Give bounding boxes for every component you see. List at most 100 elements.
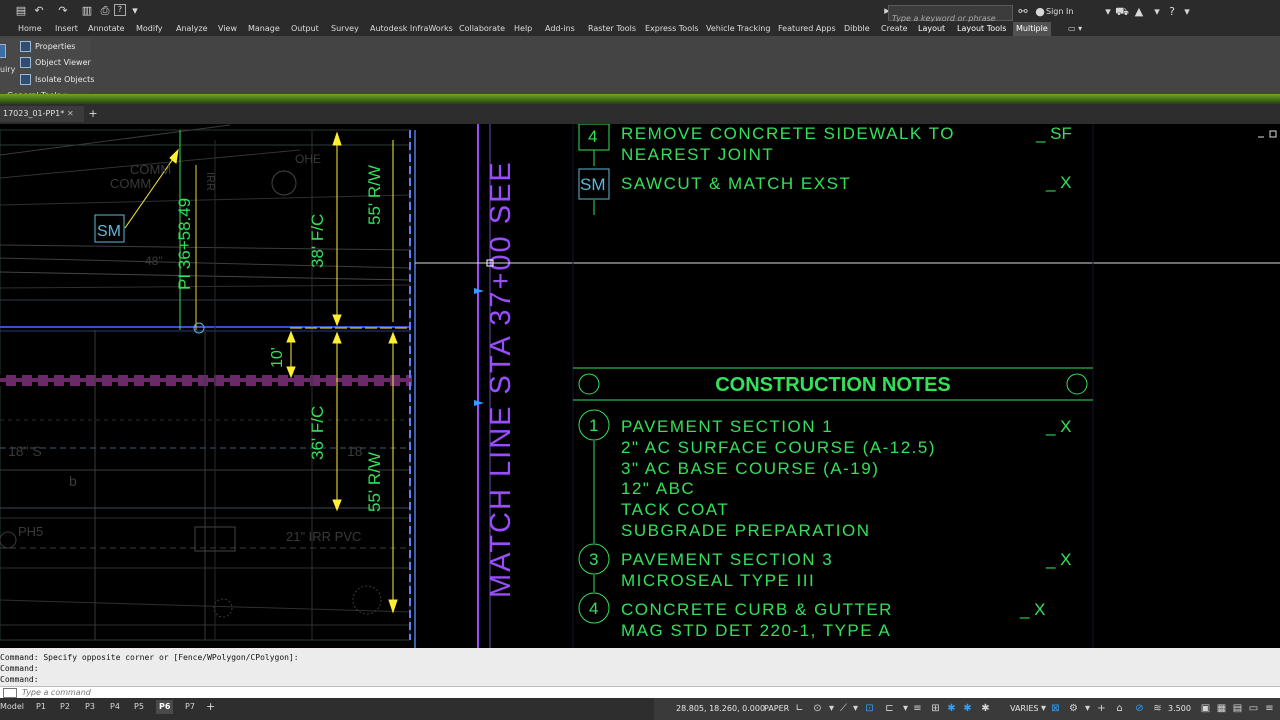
- construction-notes-title: CONSTRUCTION NOTES: [715, 374, 951, 396]
- tab-layout-p1[interactable]: P1: [36, 700, 46, 714]
- space-toggle[interactable]: PAPER: [764, 704, 789, 713]
- chevron-down-icon[interactable]: ▾: [1038, 703, 1049, 714]
- command-input[interactable]: [22, 687, 622, 698]
- b-label: b: [69, 473, 77, 489]
- tab-help[interactable]: Help: [514, 22, 532, 36]
- chevron-down-icon[interactable]: ▾: [900, 703, 911, 714]
- object-snap-icon[interactable]: ⊡: [864, 703, 875, 714]
- crosshair-icon[interactable]: +: [1096, 703, 1107, 714]
- isolate-objects-button[interactable]: Isolate Objects: [20, 73, 94, 87]
- chevron-down-icon[interactable]: ▾: [1082, 703, 1093, 714]
- tab-model[interactable]: Model: [0, 700, 24, 714]
- tab-collaborate[interactable]: Collaborate: [459, 22, 505, 36]
- hardware-acceleration-icon[interactable]: ⌂: [1114, 703, 1125, 714]
- annotation-scale-value[interactable]: VARIES: [1010, 704, 1038, 713]
- sign-in-link[interactable]: Sign In: [1046, 7, 1073, 16]
- tab-layout-p3[interactable]: P3: [85, 700, 95, 714]
- tab-layout-p5[interactable]: P5: [134, 700, 144, 714]
- viewport-controls[interactable]: [1258, 130, 1277, 138]
- selection-cycling-icon[interactable]: ⊞: [930, 703, 941, 714]
- new-icon[interactable]: ▤: [14, 4, 28, 17]
- object-viewer-button[interactable]: Object Viewer: [20, 56, 91, 70]
- tab-layout-tools[interactable]: Layout Tools: [957, 22, 1006, 36]
- dropdown-icon[interactable]: ▾: [128, 4, 142, 17]
- tab-layout[interactable]: Layout: [918, 22, 945, 36]
- tab-vehicle-tracking[interactable]: Vehicle Tracking: [706, 22, 770, 36]
- tab-layout-p2[interactable]: P2: [60, 700, 70, 714]
- tab-express-tools[interactable]: Express Tools: [645, 22, 699, 36]
- tab-create[interactable]: Create: [881, 22, 908, 36]
- layers-icon[interactable]: ≋: [1152, 703, 1163, 714]
- tab-view[interactable]: View: [218, 22, 237, 36]
- dynamic-ucs-icon[interactable]: ⊏: [884, 703, 895, 714]
- note-text: SAWCUT & MATCH EXST: [621, 174, 851, 193]
- binoculars-icon[interactable]: ⚯: [1016, 5, 1030, 18]
- new-tab-button[interactable]: +: [86, 107, 100, 121]
- tab-survey[interactable]: Survey: [331, 22, 359, 36]
- tab-autodesk-infraworks[interactable]: Autodesk InfraWorks: [370, 22, 453, 36]
- tab-insert[interactable]: Insert: [55, 22, 78, 36]
- chevron-down-icon[interactable]: ▾: [1101, 5, 1115, 18]
- note-text: PAVEMENT SECTION 1: [621, 417, 833, 436]
- save-icon[interactable]: ▥: [80, 4, 94, 17]
- tab-manage[interactable]: Manage: [248, 22, 280, 36]
- auto-scale-icon[interactable]: ✱: [962, 703, 973, 714]
- tab-annotate[interactable]: Annotate: [88, 22, 125, 36]
- fullscreen-icon[interactable]: ▭: [1248, 703, 1259, 714]
- tab-dibble[interactable]: Dibble: [844, 22, 870, 36]
- tab-modify[interactable]: Modify: [136, 22, 163, 36]
- tab-multiple[interactable]: Multiple: [1013, 22, 1051, 36]
- command-history-line: Command:: [0, 664, 39, 673]
- annotation-visibility-icon[interactable]: ✱: [946, 703, 957, 714]
- drawing-canvas[interactable]: COMM COMM OHE IRR 48" PI 36+58.49 SM 38'…: [0, 124, 1280, 648]
- tab-add-ins[interactable]: Add-ins: [545, 22, 575, 36]
- tab-layout-p4[interactable]: P4: [110, 700, 120, 714]
- tab-featured-apps[interactable]: Featured Apps: [778, 22, 836, 36]
- undo-icon[interactable]: ↶: [32, 4, 46, 17]
- plot-icon[interactable]: ⎙: [98, 4, 112, 17]
- menu-icon[interactable]: ≡: [1264, 703, 1275, 714]
- lineweight-icon[interactable]: ≡: [912, 703, 923, 714]
- properties-button[interactable]: Properties: [20, 40, 75, 54]
- cart-icon[interactable]: ⛟: [1115, 5, 1129, 18]
- chevron-down-icon[interactable]: ▾: [826, 703, 837, 714]
- note-text: REMOVE CONCRETE SIDEWALK TO: [621, 124, 955, 143]
- pipe-18-label: 18: [347, 443, 363, 459]
- isolate-icon[interactable]: ⊠: [1050, 703, 1061, 714]
- properties-icon[interactable]: ▤: [1232, 703, 1243, 714]
- note-id: 4: [588, 127, 597, 146]
- exchange-icon[interactable]: ▲: [1132, 5, 1146, 18]
- close-icon[interactable]: ✕: [67, 106, 74, 122]
- ortho-icon[interactable]: ∟: [794, 703, 805, 714]
- polar-icon[interactable]: ⊙: [812, 703, 823, 714]
- new-layout-button[interactable]: +: [206, 700, 215, 714]
- chevron-down-icon[interactable]: ▾: [1150, 5, 1164, 18]
- irr-pvc-label: 21" IRR PVC: [286, 529, 361, 544]
- chevron-down-icon[interactable]: ▾: [1180, 5, 1194, 18]
- monitor-icon[interactable]: ▣: [1200, 703, 1211, 714]
- tab-home[interactable]: Home: [18, 22, 42, 36]
- panel-options-icon[interactable]: ▭ ▾: [1068, 22, 1082, 36]
- help-circle-icon[interactable]: ?: [1165, 5, 1179, 18]
- lineweight-value[interactable]: 3.500: [1168, 704, 1191, 713]
- note-text: 12" ABC: [621, 479, 695, 498]
- tab-layout-p7[interactable]: P7: [185, 700, 195, 714]
- settings-icon[interactable]: ⚙: [1068, 703, 1079, 714]
- tab-output[interactable]: Output: [291, 22, 319, 36]
- isolate-objects-icon: [20, 74, 31, 85]
- tab-analyze[interactable]: Analyze: [176, 22, 208, 36]
- file-tab[interactable]: 17023_01-PP1* ✕: [0, 106, 84, 122]
- help-icon[interactable]: ?: [114, 4, 126, 16]
- isodraft-icon[interactable]: ⟋: [838, 703, 849, 714]
- clean-screen-icon[interactable]: ⊘: [1134, 703, 1145, 714]
- tab-raster-tools[interactable]: Raster Tools: [588, 22, 636, 36]
- annotation-scale-icon[interactable]: ✱: [980, 703, 991, 714]
- coordinates-readout[interactable]: 28.805, 18.260, 0.000: [676, 704, 765, 713]
- redo-icon[interactable]: ↷: [56, 4, 70, 17]
- command-icon[interactable]: [3, 688, 17, 698]
- workspace-icon[interactable]: ▦: [1216, 703, 1227, 714]
- user-icon[interactable]: ●: [1033, 5, 1047, 18]
- tab-layout-p6[interactable]: P6: [156, 700, 174, 714]
- search-box[interactable]: [888, 5, 1013, 26]
- chevron-down-icon[interactable]: ▾: [850, 703, 861, 714]
